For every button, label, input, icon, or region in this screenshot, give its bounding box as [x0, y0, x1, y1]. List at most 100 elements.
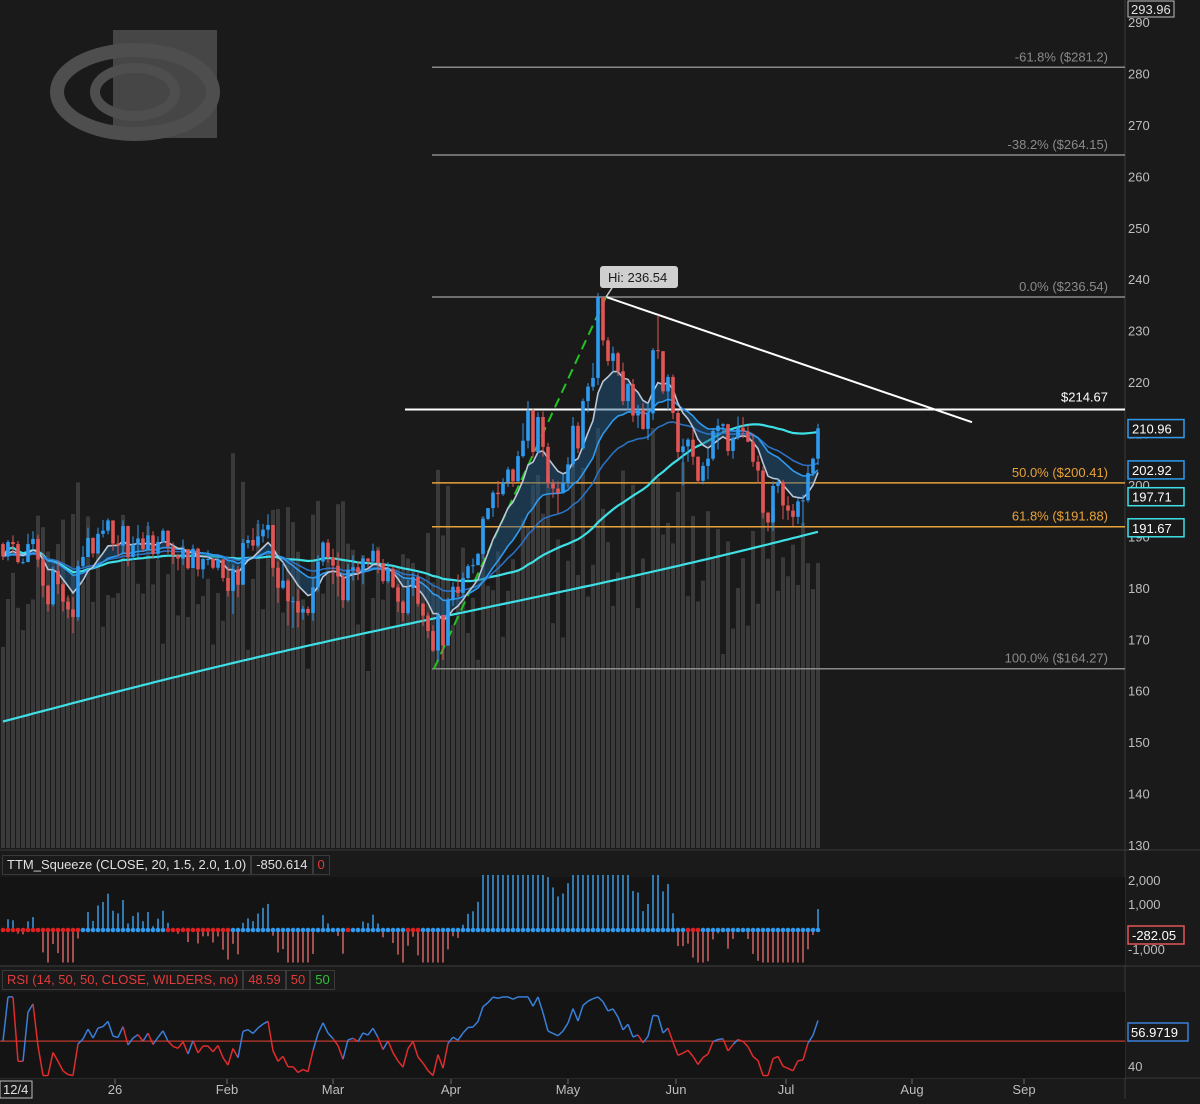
squeeze-dot	[421, 928, 426, 933]
volume-bar	[496, 551, 500, 848]
squeeze-dot	[6, 928, 11, 933]
squeeze-dot	[376, 928, 381, 933]
price-tick-label: 250	[1128, 221, 1150, 236]
squeeze-dot	[96, 928, 101, 933]
volume-bar	[331, 572, 335, 848]
candle-body	[746, 431, 750, 441]
volume-bar	[611, 606, 615, 848]
squeeze-dot	[501, 928, 506, 933]
squeeze-dot	[641, 928, 646, 933]
squeeze-dot	[681, 928, 686, 933]
candle-body	[6, 542, 10, 556]
squeeze-dot	[456, 928, 461, 933]
squeeze-dot	[811, 928, 816, 933]
squeeze-dot	[161, 928, 166, 933]
squeeze-dot	[731, 928, 736, 933]
volume-bar	[556, 539, 560, 848]
squeeze-dot	[571, 928, 576, 933]
volume-bar	[391, 626, 395, 848]
candle-body	[696, 457, 700, 481]
candle-body	[76, 566, 80, 617]
squeeze-dot	[186, 928, 191, 933]
squeeze-dot	[631, 928, 636, 933]
volume-bar	[606, 542, 610, 848]
squeeze-dot	[556, 928, 561, 933]
price-tick-label: 140	[1128, 787, 1150, 802]
squeeze-dot	[191, 928, 196, 933]
volume-bar	[181, 546, 185, 848]
candle-body	[636, 410, 640, 416]
squeeze-dot	[506, 928, 511, 933]
volume-bar	[376, 547, 380, 848]
volume-bar	[801, 523, 805, 848]
candle-body	[781, 482, 785, 506]
volume-bar	[126, 541, 130, 848]
squeeze-dot	[361, 928, 366, 933]
candle-body	[301, 609, 305, 613]
squeeze-dot	[146, 928, 151, 933]
volume-bar	[816, 563, 820, 848]
candle-body	[426, 616, 430, 631]
candle-body	[186, 549, 190, 568]
squeeze-dot	[206, 928, 211, 933]
volume-bar	[681, 462, 685, 848]
volume-bar	[341, 501, 345, 848]
candle-body	[96, 534, 100, 554]
volume-bar	[506, 591, 510, 848]
squeeze-dot	[676, 928, 681, 933]
squeeze-dot	[406, 928, 411, 933]
candle-body	[146, 535, 150, 549]
candle-body	[91, 538, 95, 553]
rsi-plot-bg	[0, 992, 1125, 1078]
price-tag-label: 191.67	[1132, 521, 1172, 536]
rsi-overbought: 50	[310, 970, 334, 990]
squeeze-dot	[606, 928, 611, 933]
candle-body	[456, 587, 460, 593]
volume-bar	[491, 590, 495, 848]
candle-body	[581, 401, 585, 448]
rsi-title-bar: RSI (14, 50, 50, CLOSE, WILDERS, no) 48.…	[2, 970, 335, 990]
volume-bar	[696, 601, 700, 848]
squeeze-dot	[746, 928, 751, 933]
candle-body	[506, 470, 510, 483]
candle-body	[396, 587, 400, 601]
squeeze-title: TTM_Squeeze (CLOSE, 20, 1.5, 2.0, 1.0)	[2, 855, 251, 875]
squeeze-dot	[441, 928, 446, 933]
squeeze-dot	[431, 928, 436, 933]
candle-body	[376, 551, 380, 563]
squeeze-dot	[86, 928, 91, 933]
volume-bar	[651, 428, 655, 848]
squeeze-dot	[721, 928, 726, 933]
squeeze-dot	[56, 928, 61, 933]
candle-body	[266, 525, 270, 530]
rsi-segment	[718, 1039, 723, 1040]
candle-body	[361, 558, 365, 572]
volume-bar	[526, 527, 530, 848]
candle-body	[596, 297, 600, 378]
volume-bar	[236, 569, 240, 848]
volume-bar	[646, 574, 650, 848]
volume-bar	[96, 541, 100, 848]
candle-body	[216, 560, 220, 568]
squeeze-dot	[371, 928, 376, 933]
volume-bar	[756, 604, 760, 848]
candle-body	[621, 371, 625, 401]
candle-body	[706, 459, 710, 466]
candle-body	[391, 569, 395, 588]
candle-body	[31, 539, 35, 544]
squeeze-dot	[416, 928, 421, 933]
volume-bar	[31, 599, 35, 848]
candle-body	[796, 501, 800, 516]
squeeze-dot	[166, 928, 171, 933]
volume-bar	[811, 589, 815, 848]
candle-body	[501, 482, 505, 494]
candle-body	[381, 563, 385, 581]
x-tick-label: Sep	[1012, 1082, 1035, 1097]
squeeze-dot	[116, 928, 121, 933]
volume-bar	[11, 573, 15, 848]
volume-bar	[671, 543, 675, 848]
squeeze-dot	[736, 928, 741, 933]
x-tick-label: Mar	[322, 1082, 345, 1097]
squeeze-dot	[801, 928, 806, 933]
volume-bar	[356, 624, 360, 848]
